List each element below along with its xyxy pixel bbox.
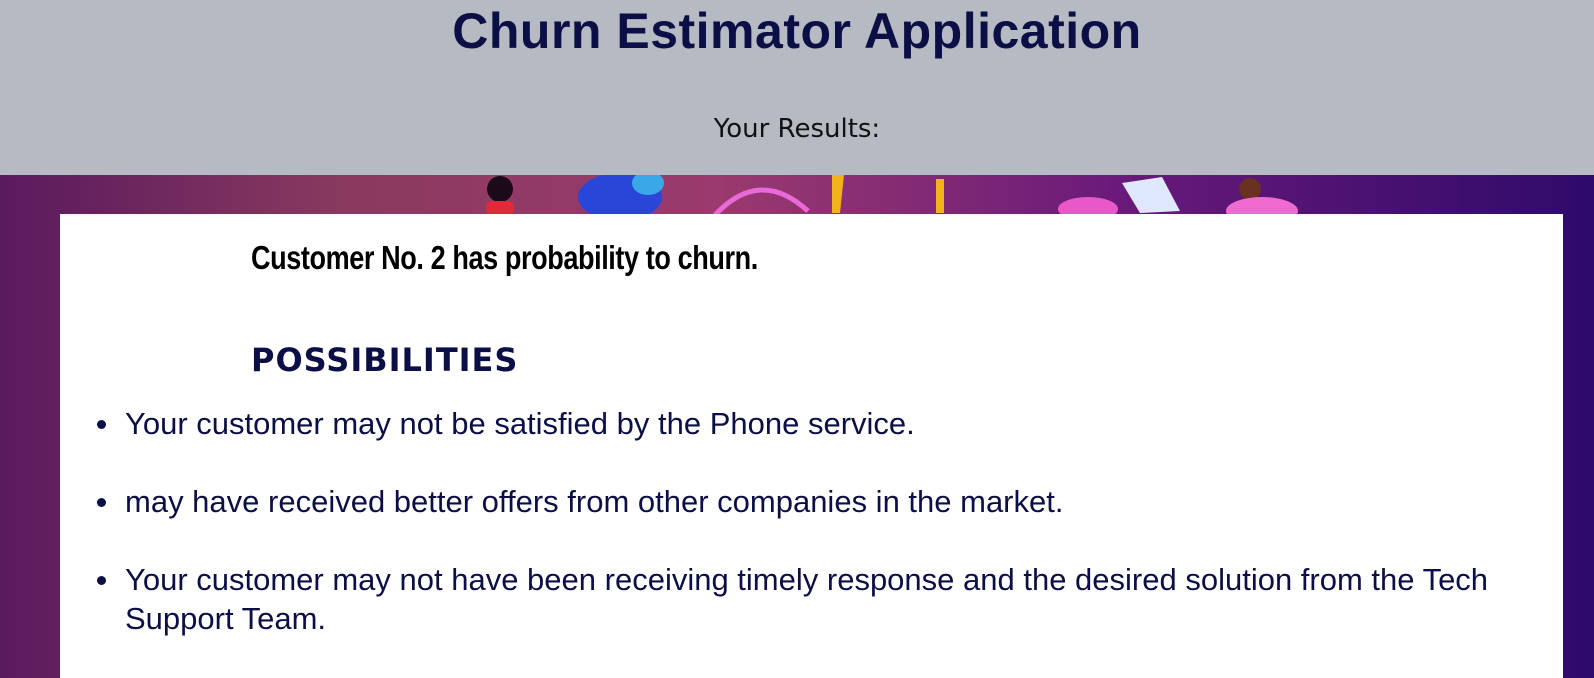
- reason-text: Your customer may not be satisfied by th…: [125, 406, 915, 441]
- bullet-icon: [97, 498, 106, 507]
- app-title: Churn Estimator Application: [452, 3, 1142, 59]
- results-card: Customer No. 2 has probability to churn.…: [60, 214, 1563, 678]
- bullet-icon: [97, 576, 106, 585]
- list-item: may have received better offers from oth…: [97, 482, 1545, 521]
- list-item: Your customer may not have been receivin…: [97, 560, 1545, 638]
- list-item: Your customer may not be satisfied by th…: [97, 404, 1545, 443]
- possibilities-list: Your customer may not be satisfied by th…: [97, 404, 1545, 677]
- reason-text: may have received better offers from oth…: [125, 484, 1064, 519]
- bullet-icon: [97, 420, 106, 429]
- churn-verdict: Customer No. 2 has probability to churn.: [251, 239, 758, 276]
- results-label: Your Results:: [713, 114, 881, 144]
- reason-text: Your customer may not have been receivin…: [125, 562, 1489, 636]
- page-header: Churn Estimator Application Your Results…: [0, 0, 1594, 175]
- possibilities-heading: POSSIBILITIES: [251, 341, 519, 379]
